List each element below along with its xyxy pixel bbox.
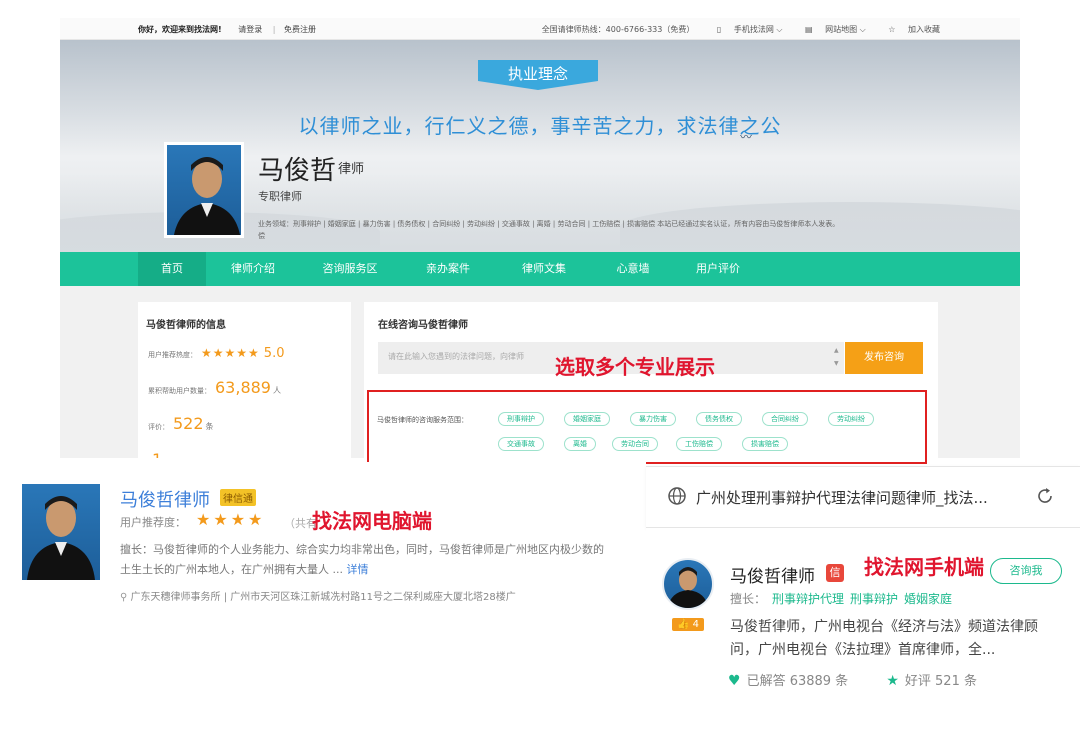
- nav-consult-area[interactable]: 咨询服务区: [306, 252, 394, 286]
- tag-divorce[interactable]: 离婚: [564, 437, 596, 451]
- pc-lawyer-name[interactable]: 马俊哲律师: [120, 486, 210, 512]
- annotation-multi-practice: 选取多个专业展示: [555, 355, 715, 379]
- annotation-mobile: 找法网手机端: [864, 555, 984, 579]
- mobile-lawyer-avatar[interactable]: [662, 558, 714, 610]
- nav-thanks-wall[interactable]: 心意墙: [596, 252, 670, 286]
- mobile-address-bar: 广州处理刑事辩护代理法律问题律师_找法...: [646, 466, 1080, 528]
- nav-reviews[interactable]: 用户评价: [678, 252, 758, 286]
- lawyer-subtitle: 专职律师: [258, 190, 302, 203]
- partial-row: 1: [148, 450, 162, 458]
- tag-debt[interactable]: 债务债权: [696, 412, 742, 426]
- heart-icon: ♥: [728, 673, 741, 689]
- tag-criminal-defense[interactable]: 刑事辩护: [498, 412, 544, 426]
- portrait-image: [27, 496, 95, 580]
- pc-rec-label: 用户推荐度：: [120, 516, 186, 529]
- mobile-lawyer-name[interactable]: 马俊哲律师: [730, 562, 815, 587]
- phone-icon: ▯: [716, 25, 722, 34]
- verified-badge: 信: [826, 564, 844, 582]
- trust-badge: 律信通: [220, 489, 256, 506]
- specialty-tag[interactable]: 婚姻家庭: [904, 592, 952, 606]
- pc-description: 擅长：马俊哲律师的个人业务能力、综合实力均非常出色，同时，马俊哲律师是广州地区内…: [120, 543, 604, 576]
- top-bar: 你好，欢迎来到找法网! 请登录 | 免费注册 全国请律师热线：400-6766-…: [60, 18, 1020, 40]
- specialty-tag[interactable]: 刑事辩护代理: [772, 592, 844, 606]
- login-link[interactable]: 请登录: [238, 25, 262, 34]
- location-pin-icon: ⚲: [120, 592, 128, 603]
- mobile-stats: ♥ 已解答 63889 条 ★ 好评 521 条: [728, 673, 977, 689]
- tag-traffic-accident[interactable]: 交通事故: [498, 437, 544, 451]
- tag-injury-compensation[interactable]: 工伤赔偿: [676, 437, 722, 451]
- portrait-image: [174, 157, 240, 235]
- pc-stars-icon: ★★★★: [196, 510, 266, 529]
- mobile-lawyer-card: 👍 4 马俊哲律师 信 咨询我 擅长： 刑事辩护代理 刑事辩护 婚姻家庭 马俊哲律师，…: [646, 528, 1080, 734]
- welcome-text: 你好，欢迎来到找法网!: [138, 25, 222, 34]
- banner-motto: 以律师之业，行仁义之德，事辛苦之力，求法律之公: [298, 114, 782, 138]
- mobile-specialties: 擅长： 刑事辩护代理 刑事辩护 婚姻家庭: [730, 592, 953, 606]
- input-scroll-arrows[interactable]: ▲ ▼: [834, 344, 839, 370]
- nav-home[interactable]: 首页: [138, 252, 206, 286]
- pc-lawyer-photo[interactable]: [22, 484, 100, 580]
- scope-label: 马俊哲律师的咨询服务范围：: [377, 416, 468, 424]
- lawyer-title: 律师: [338, 162, 365, 177]
- consult-heading: 在线咨询马俊哲律师: [378, 320, 468, 331]
- tag-marriage-family[interactable]: 婚姻家庭: [564, 412, 610, 426]
- sitemap-icon: ▤: [805, 25, 813, 34]
- lawyer-photo: [164, 142, 244, 238]
- mobile-page-title[interactable]: 广州处理刑事辩护代理法律问题律师_找法...: [696, 487, 988, 508]
- mobile-site-link[interactable]: ▯ 手机找法网 ⌵: [707, 25, 783, 34]
- rating-row: 用户推荐热度： ★★★★★ 5.0: [148, 346, 285, 361]
- consult-me-button[interactable]: 咨询我: [990, 558, 1062, 584]
- globe-icon: [668, 487, 686, 505]
- banner-ribbon: 执业理念: [478, 60, 598, 90]
- tag-labor-contract[interactable]: 劳动合同: [612, 437, 658, 451]
- specialty-tag[interactable]: 刑事辩护: [850, 592, 898, 606]
- star-outline-icon: ☆: [888, 25, 896, 34]
- practice-areas: 业务领域：刑事辩护 | 婚姻家庭 | 暴力伤害 | 债务债权 | 合同纠纷 | …: [258, 220, 840, 240]
- bird-icon: 〰: [740, 130, 753, 144]
- star-icon: ★: [886, 673, 899, 689]
- register-link[interactable]: 免费注册: [284, 25, 316, 34]
- nav-articles[interactable]: 律师文集: [504, 252, 584, 286]
- highlight-box: [367, 390, 927, 464]
- annotation-pc: 找法网电脑端: [312, 509, 432, 533]
- tag-contract[interactable]: 合同纠纷: [762, 412, 808, 426]
- profile-banner: 执业理念 以律师之业，行仁义之德，事辛苦之力，求法律之公 〰 马俊哲 律师 专职…: [60, 40, 1020, 252]
- tag-damage-compensation[interactable]: 损害赔偿: [742, 437, 788, 451]
- hotline-text: 全国请律师热线：400-6766-333（免费）: [541, 25, 695, 34]
- rating-stars-icon: ★★★★★: [201, 346, 260, 360]
- lawyer-info-panel: 马俊哲律师的信息 用户推荐热度： ★★★★★ 5.0 累积帮助用户数量： 63,889…: [138, 302, 351, 458]
- info-heading: 马俊哲律师的信息: [146, 320, 226, 331]
- nav-lawyer-intro[interactable]: 律师介绍: [216, 252, 290, 286]
- mobile-description: 马俊哲律师，广州电视台《经济与法》频道法律顾问，广州电视台《法拉理》首席律师，全…: [730, 619, 1038, 658]
- site-map-link[interactable]: ▤ 网站地图 ⌵: [795, 25, 866, 34]
- favorite-link[interactable]: ☆ 加入收藏: [878, 25, 940, 34]
- pc-search-result-card: 马俊哲律师 律信通 用户推荐度： ★★★★ （共有 擅长：马俊哲律师的个人业务能…: [0, 462, 646, 612]
- details-link[interactable]: 详情: [347, 563, 369, 576]
- review-row: 评价： 522 条: [148, 414, 214, 433]
- nav-cases[interactable]: 亲办案件: [408, 252, 488, 286]
- refresh-icon[interactable]: [1034, 485, 1056, 507]
- pc-address: ⚲ 广东天穗律师事务所 | 广州市天河区珠江新城冼村路11号之二保利威座大厦北塔…: [120, 592, 516, 603]
- publish-consult-button[interactable]: 发布咨询: [845, 342, 923, 374]
- tag-violent-injury[interactable]: 暴力伤害: [630, 412, 676, 426]
- composite-canvas: 你好，欢迎来到找法网! 请登录 | 免费注册 全国请律师热线：400-6766-…: [0, 0, 1080, 734]
- helped-row: 累积帮助用户数量： 63,889 人: [148, 378, 281, 397]
- lawyer-name: 马俊哲: [258, 156, 337, 186]
- likes-badge: 👍 4: [672, 618, 704, 631]
- portrait-image: [668, 567, 708, 608]
- main-nav: 首页 律师介绍 咨询服务区 亲办案件 律师文集 心意墙 用户评价: [60, 252, 1020, 286]
- tag-labor-dispute[interactable]: 劳动纠纷: [828, 412, 874, 426]
